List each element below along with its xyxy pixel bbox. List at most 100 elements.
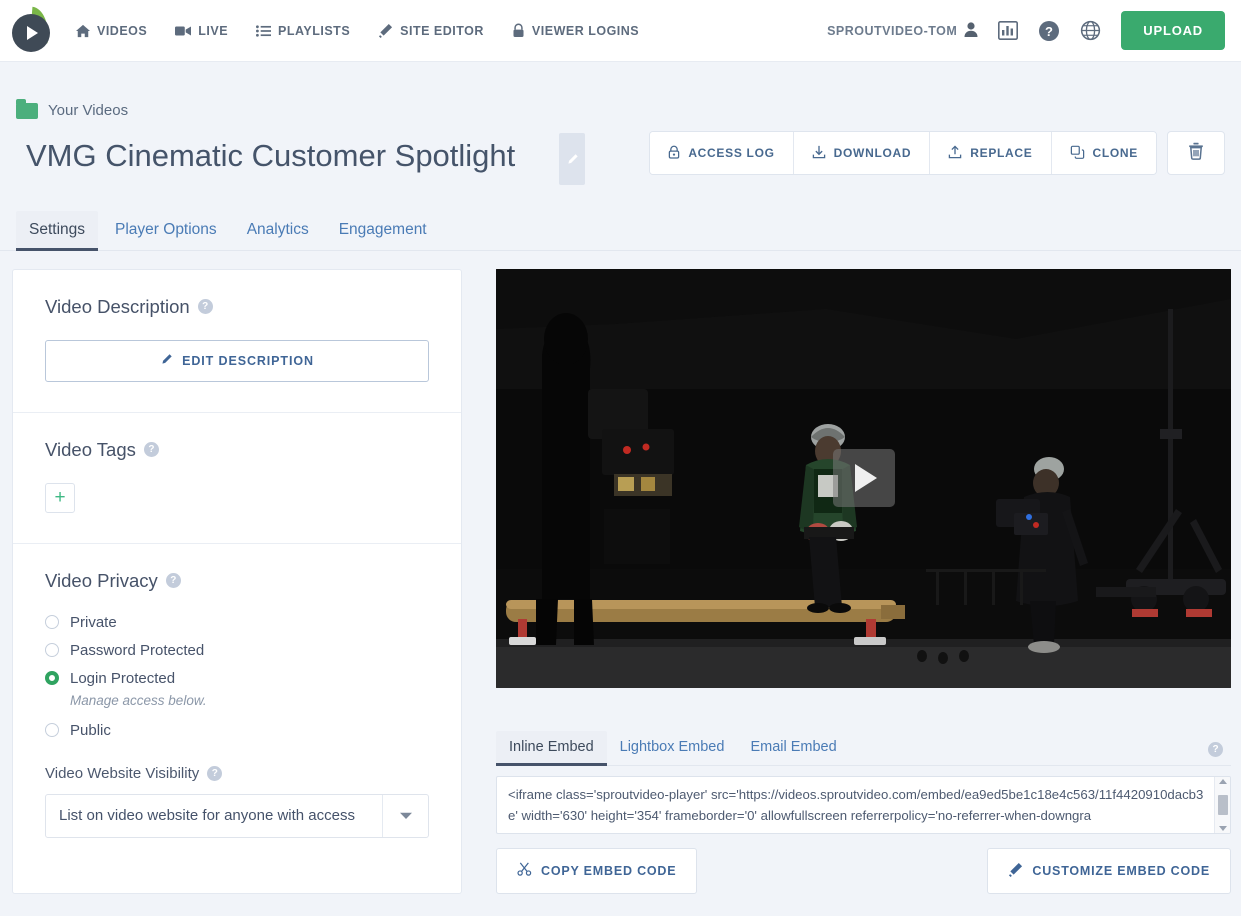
delete-video-button[interactable] — [1167, 131, 1225, 175]
section-title-text: Video Privacy — [45, 570, 158, 592]
option-label: Login Protected — [70, 670, 175, 687]
nav-item-videos[interactable]: VIDEOS — [76, 24, 147, 38]
nav-label: SITE EDITOR — [400, 24, 484, 38]
nav-label: LIVE — [198, 24, 228, 38]
question-icon[interactable]: ? — [198, 299, 213, 314]
folder-icon — [16, 103, 38, 119]
edit-description-button[interactable]: EDIT DESCRIPTION — [45, 340, 429, 382]
video-camera-icon — [175, 25, 191, 37]
analytics-icon[interactable] — [998, 21, 1018, 40]
edit-title-button[interactable] — [559, 133, 585, 185]
nav-item-viewer-logins[interactable]: VIEWER LOGINS — [512, 23, 639, 38]
question-icon[interactable]: ? — [1208, 742, 1223, 757]
subsection-title-text: Video Website Visibility — [45, 765, 199, 782]
lock-icon — [512, 23, 525, 38]
clone-button[interactable]: CLONE — [1052, 132, 1157, 174]
radio-button[interactable] — [45, 643, 59, 657]
tab-engagement[interactable]: Engagement — [326, 211, 440, 251]
account-label: SPROUTVIDEO-TOM — [827, 24, 957, 38]
section-video-privacy: Video Privacy ? Private Password Protect… — [13, 544, 461, 868]
replace-button[interactable]: REPLACE — [930, 132, 1051, 174]
settings-tabs: Settings Player Options Analytics Engage… — [0, 210, 1241, 251]
radio-button[interactable] — [45, 615, 59, 629]
video-action-bar: ACCESS LOG DOWNLOAD REPLACE CLONE — [649, 131, 1225, 175]
video-website-visibility-select[interactable]: List on video website for anyone with ac… — [45, 794, 429, 838]
option-label: Public — [70, 722, 111, 739]
nav-label: PLAYLISTS — [278, 24, 350, 38]
wand-icon — [1008, 862, 1023, 880]
tab-analytics[interactable]: Analytics — [234, 211, 322, 251]
globe-icon[interactable] — [1080, 20, 1101, 41]
home-icon — [76, 24, 90, 38]
embed-code-text[interactable]: <iframe class='sproutvideo-player' src='… — [497, 777, 1214, 833]
trash-icon — [1187, 141, 1205, 165]
account-menu[interactable]: SPROUTVIDEO-TOM — [827, 22, 978, 40]
top-navigation-bar: VIDEOS LIVE PLAYLISTS SITE EDITOR — [0, 0, 1241, 62]
question-icon[interactable]: ? — [166, 573, 181, 588]
action-label: CLONE — [1093, 146, 1139, 160]
tab-player-options[interactable]: Player Options — [102, 211, 230, 251]
upload-arrow-icon — [948, 145, 962, 162]
action-label: ACCESS LOG — [688, 146, 774, 160]
download-button[interactable]: DOWNLOAD — [794, 132, 931, 174]
chevron-down-icon — [382, 795, 428, 837]
option-label: Private — [70, 614, 117, 631]
scrollbar-thumb[interactable] — [1218, 795, 1228, 815]
access-log-button[interactable]: ACCESS LOG — [650, 132, 793, 174]
play-button[interactable] — [833, 449, 895, 507]
nav-item-live[interactable]: LIVE — [175, 24, 228, 38]
radio-button-selected[interactable] — [45, 671, 59, 685]
title-field-wrap — [16, 127, 585, 188]
radio-button[interactable] — [45, 723, 59, 737]
privacy-option-login-protected[interactable]: Login Protected — [45, 670, 429, 687]
preview-and-embed-column: Inline Embed Lightbox Embed Email Embed … — [496, 269, 1229, 894]
action-button-group: ACCESS LOG DOWNLOAD REPLACE CLONE — [649, 131, 1157, 175]
privacy-option-password-protected[interactable]: Password Protected — [45, 642, 429, 659]
video-title-input[interactable] — [16, 127, 585, 188]
nav-item-playlists[interactable]: PLAYLISTS — [256, 24, 350, 38]
help-icon[interactable]: ? — [1038, 20, 1060, 42]
embed-type-tabs: Inline Embed Lightbox Embed Email Embed … — [496, 730, 1231, 766]
pencil-icon — [160, 353, 173, 369]
header-right-group: SPROUTVIDEO-TOM ? UPLOA — [827, 11, 1225, 50]
question-icon[interactable]: ? — [144, 442, 159, 457]
tab-settings[interactable]: Settings — [16, 211, 98, 251]
caret-up-icon[interactable] — [1219, 779, 1227, 784]
action-label: DOWNLOAD — [834, 146, 912, 160]
upload-button[interactable]: UPLOAD — [1121, 11, 1225, 50]
section-video-description: Video Description ? EDIT DESCRIPTION — [13, 270, 461, 413]
embed-scrollbar[interactable] — [1214, 777, 1230, 833]
user-icon — [964, 22, 978, 40]
logo-play-disc — [12, 14, 50, 52]
embed-code-box[interactable]: <iframe class='sproutvideo-player' src='… — [496, 776, 1231, 834]
privacy-option-public[interactable]: Public — [45, 722, 429, 739]
tab-email-embed[interactable]: Email Embed — [737, 731, 849, 766]
nav-label: VIDEOS — [97, 24, 147, 38]
settings-panel: Video Description ? EDIT DESCRIPTION Vid… — [12, 269, 462, 894]
copy-embed-code-button[interactable]: COPY EMBED CODE — [496, 848, 697, 894]
select-value: List on video website for anyone with ac… — [46, 795, 382, 837]
caret-down-icon[interactable] — [1219, 826, 1227, 831]
privacy-option-private[interactable]: Private — [45, 614, 429, 631]
video-privacy-heading: Video Privacy ? — [45, 570, 429, 592]
section-title-text: Video Description — [45, 296, 190, 318]
question-icon[interactable]: ? — [207, 766, 222, 781]
svg-text:?: ? — [1045, 24, 1053, 39]
list-icon — [256, 25, 271, 37]
sproutvideo-logo[interactable] — [10, 8, 56, 54]
lock-icon — [668, 145, 680, 162]
wand-icon — [378, 23, 393, 38]
section-title-text: Video Tags — [45, 439, 136, 461]
download-icon — [812, 145, 826, 162]
button-label: EDIT DESCRIPTION — [182, 354, 314, 368]
tab-inline-embed[interactable]: Inline Embed — [496, 731, 607, 766]
customize-embed-code-button[interactable]: CUSTOMIZE EMBED CODE — [987, 848, 1231, 894]
video-player-preview[interactable] — [496, 269, 1231, 688]
add-tag-button[interactable]: + — [45, 483, 75, 513]
main-nav: VIDEOS LIVE PLAYLISTS SITE EDITOR — [76, 23, 639, 38]
scissors-icon — [517, 862, 532, 879]
tab-lightbox-embed[interactable]: Lightbox Embed — [607, 731, 738, 766]
nav-item-site-editor[interactable]: SITE EDITOR — [378, 23, 484, 38]
page-content: Video Description ? EDIT DESCRIPTION Vid… — [0, 251, 1241, 894]
breadcrumb-label[interactable]: Your Videos — [48, 102, 128, 119]
